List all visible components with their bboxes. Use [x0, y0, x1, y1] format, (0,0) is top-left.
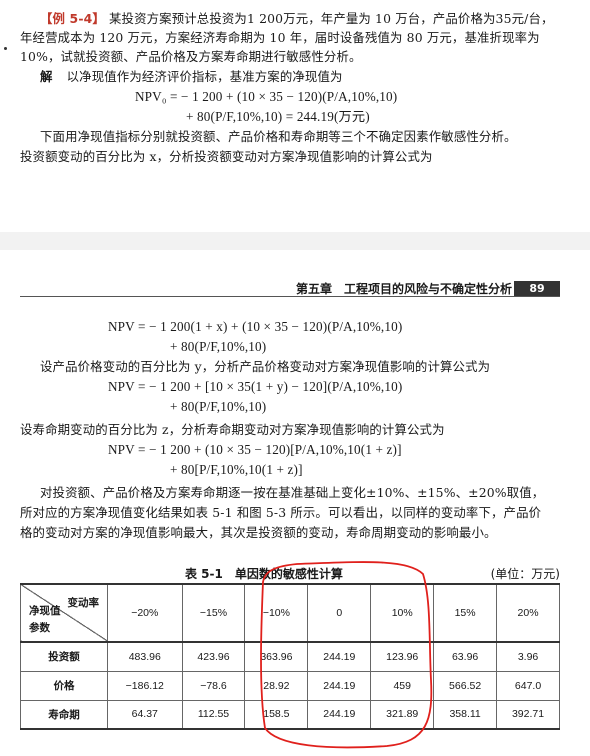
- example-tag: 【例 5-4】: [40, 11, 105, 26]
- formula-z-line1: NPV = − 1 200 + (10 × 35 − 120)[P/A,10%,…: [108, 442, 402, 457]
- table-cell: 647.0: [496, 670, 560, 701]
- solution-line: 解 以净现值作为经济评价指标，基准方案的净现值为: [40, 68, 343, 86]
- table-cell: 64.37: [107, 699, 183, 730]
- page-number: 89: [514, 281, 560, 296]
- table-cell: 423.96: [181, 641, 246, 672]
- example-line-2: 年经营成本为 120 万元，方案经济寿命期为 10 年，届时设备残值为 80 万…: [20, 30, 540, 45]
- formula-npv0-line2: + 80(P/F,10%,10) = 244.19(万元): [186, 109, 370, 124]
- chapter-title: 第五章 工程项目的风险与不确定性分析: [295, 282, 512, 296]
- paragraph-4: 下面用净现值指标分别就投资额、产品价格和寿命期等三个不确定因素作敏感性分析。: [40, 129, 517, 144]
- table-cell: 483.96: [107, 641, 183, 672]
- solution-label: 解: [40, 69, 53, 84]
- table-cell: 358.11: [433, 699, 498, 730]
- row-label: 价格: [20, 670, 108, 701]
- margin-dot: [4, 47, 7, 50]
- formula-y-line2: + 80(P/F,10%,10): [170, 399, 267, 414]
- corner-label-parameter: 参数: [29, 622, 50, 634]
- paragraph-7: 设寿命期变动的百分比为 z，分析寿命期变动对方案净现值影响的计算公式为: [20, 422, 445, 437]
- header-cell: −20%: [107, 583, 183, 643]
- formula-x-line2: + 80(P/F,10%,10): [170, 339, 267, 354]
- table-cell: −186.12: [107, 670, 183, 701]
- paragraph-6: 设产品价格变动的百分比为 y，分析产品价格变动对方案净现值影响的计算公式为: [40, 359, 491, 374]
- header-cell: 20%: [496, 583, 560, 643]
- paragraph-10: 格的变动对方案的净现值影响最大，其次是投资额的变动，寿命周期变动的影响最小。: [20, 525, 497, 540]
- example-line-1: 【例 5-4】 某投资方案预计总投资为1 200万元，年产量为 10 万台，产品…: [40, 10, 554, 28]
- red-annotation-loop: [260, 561, 433, 749]
- table-cell: 392.71: [496, 699, 560, 730]
- paragraph-5: 投资额变动的百分比为 x，分析投资额变动对方案净现值影响的计算公式为: [20, 149, 433, 164]
- top-page-fragment: 【例 5-4】 某投资方案预计总投资为1 200万元，年产量为 10 万台，产品…: [0, 0, 590, 232]
- table-cell: −78.6: [181, 670, 246, 701]
- header-cell: 15%: [433, 583, 498, 643]
- solution-text: 以净现值作为经济评价指标，基准方案的净现值为: [66, 69, 343, 84]
- header-rule: [20, 296, 560, 297]
- paragraph-8: 对投资额、产品价格及方案寿命期逐一按在基准基础上变化±10%、±15%、±20%…: [40, 485, 545, 500]
- row-label: 寿命期: [20, 699, 108, 730]
- corner-label-npv: 净现值: [29, 605, 61, 617]
- row-label: 投资额: [20, 641, 108, 672]
- formula-npv0-line1: NPV₀ = − 1 200 + (10 × 35 − 120)(P/A,10%…: [135, 89, 398, 104]
- table-cell: 566.52: [433, 670, 498, 701]
- example-text-1: 某投资方案预计总投资为1 200万元，年产量为 10 万台，产品价格为35元/台…: [109, 11, 554, 26]
- page-separator: [0, 232, 590, 250]
- table-cell: 3.96: [496, 641, 560, 672]
- example-line-3: 10%，试就投资额、产品价格及方案寿命期进行敏感性分析。: [20, 49, 362, 64]
- table-corner-cell: 变动率 净现值 参数: [20, 583, 108, 643]
- table-cell: 63.96: [433, 641, 498, 672]
- header-cell: −15%: [181, 583, 246, 643]
- corner-label-change-rate: 变动率: [67, 597, 100, 609]
- red-annotation-stroke: [260, 561, 433, 749]
- formula-y-line1: NPV = − 1 200 + [10 × 35(1 + y) − 120](P…: [108, 379, 403, 394]
- paragraph-9: 所对应的方案净现值变化结果如表 5-1 和图 5-3 所示。可以看出，以同样的变…: [20, 505, 542, 520]
- formula-z-line2: + 80[P/F,10%,10(1 + z)]: [170, 462, 303, 477]
- table-cell: 112.55: [181, 699, 246, 730]
- formula-x-line1: NPV = − 1 200(1 + x) + (10 × 35 − 120)(P…: [108, 319, 403, 334]
- table-unit: (单位：万元): [490, 567, 560, 581]
